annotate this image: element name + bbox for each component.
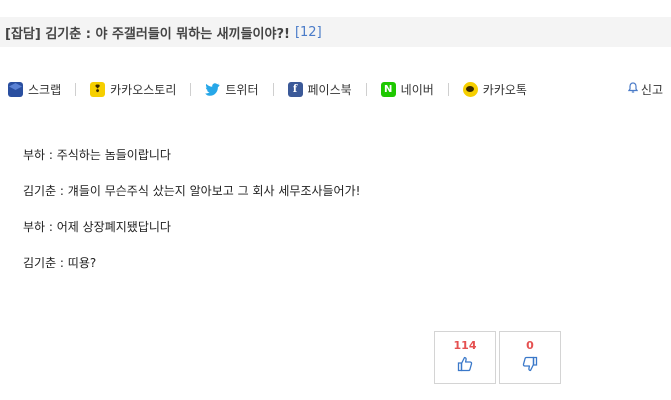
twitter-icon	[205, 82, 220, 97]
share-kakaostory-label: 카카오스토리	[110, 82, 177, 97]
bell-icon	[627, 82, 639, 96]
share-bar: 스크랩 ❢ 카카오스토리 트위터 f 페이스북 N 네이버 카카오톡 신고	[8, 78, 663, 100]
share-facebook-button[interactable]: f 페이스북	[287, 81, 352, 98]
upvote-button[interactable]: 114	[434, 331, 496, 384]
kakaotalk-icon	[462, 81, 478, 97]
content-line: 김기춘 : 걔들이 무슨주식 샀는지 알아보고 그 회사 세무조사들어가!	[23, 184, 361, 198]
divider	[272, 82, 274, 96]
divider	[75, 82, 77, 96]
facebook-icon: f	[287, 81, 303, 97]
share-facebook-label: 페이스북	[307, 82, 352, 97]
report-label: 신고	[640, 82, 663, 97]
share-kakaotalk-label: 카카오톡	[482, 82, 527, 97]
post-title-bar: [잡담] 김기춘 : 야 주갤러들이 뭐하는 새끼들이야?! [12]	[0, 17, 671, 47]
share-scrap-label: 스크랩	[28, 82, 62, 97]
downvote-count: 0	[526, 339, 534, 352]
thumbs-up-icon	[457, 356, 473, 376]
divider	[365, 82, 367, 96]
divider	[447, 82, 449, 96]
content-line: 부하 : 주식하는 놈들이랍니다	[23, 148, 171, 162]
upvote-count: 114	[453, 339, 477, 352]
content-line: 김기춘 : 띠용?	[23, 256, 97, 270]
scrap-icon	[8, 81, 23, 97]
post-content: 부하 : 주식하는 놈들이랍니다 김기춘 : 걔들이 무슨주식 샀는지 알아보고…	[23, 148, 643, 292]
downvote-button[interactable]: 0	[499, 331, 561, 384]
kakaostory-icon: ❢	[90, 81, 106, 97]
share-kakaostory-button[interactable]: ❢ 카카오스토리	[90, 81, 176, 98]
share-naver-label: 네이버	[400, 82, 434, 97]
share-twitter-button[interactable]: 트위터	[205, 81, 259, 98]
share-twitter-label: 트위터	[225, 82, 259, 97]
report-button[interactable]: 신고	[627, 81, 663, 98]
divider	[190, 82, 192, 96]
naver-icon: N	[380, 81, 396, 97]
share-naver-button[interactable]: N 네이버	[380, 81, 434, 98]
share-kakaotalk-button[interactable]: 카카오톡	[462, 81, 527, 98]
thumbs-down-icon	[522, 356, 538, 376]
content-line: 부하 : 어제 상장폐지됐답니다	[23, 220, 171, 234]
share-scrap-button[interactable]: 스크랩	[8, 81, 61, 98]
post-title: [잡담] 김기춘 : 야 주갤러들이 뭐하는 새끼들이야?!	[5, 26, 290, 42]
comment-count[interactable]: [12]	[295, 25, 322, 40]
